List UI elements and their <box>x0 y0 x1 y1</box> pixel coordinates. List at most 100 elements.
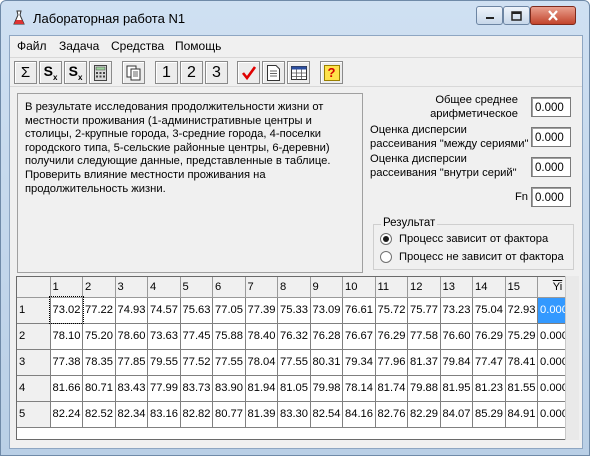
row-header[interactable]: 2 <box>17 323 51 350</box>
column-header[interactable]: 12 <box>407 277 441 298</box>
column-header[interactable]: 10 <box>342 277 376 298</box>
grid-cell[interactable]: 81.74 <box>375 375 408 402</box>
grid-cell[interactable]: 82.34 <box>115 401 148 428</box>
grid-cell[interactable]: 83.30 <box>277 401 311 428</box>
row-header[interactable]: 3 <box>17 349 51 376</box>
radio-not-depends-indicator[interactable] <box>380 251 392 263</box>
grid-cell[interactable]: 84.07 <box>440 401 473 428</box>
grid-cell[interactable]: 83.43 <box>115 375 148 402</box>
grid-cell[interactable]: 75.20 <box>82 323 116 350</box>
grid-cell[interactable]: 73.63 <box>147 323 181 350</box>
grid-cell[interactable]: 75.72 <box>375 297 408 324</box>
grid-cell[interactable]: 79.55 <box>147 349 181 376</box>
grid-cell[interactable]: 77.58 <box>407 323 441 350</box>
grid-cell[interactable]: 82.52 <box>82 401 116 428</box>
grid-cell[interactable]: 77.39 <box>245 297 278 324</box>
column-header[interactable]: 3 <box>115 277 148 298</box>
vertical-scrollbar[interactable] <box>565 276 579 440</box>
fn-field[interactable] <box>531 187 571 207</box>
grid-cell[interactable]: 80.77 <box>212 401 246 428</box>
grid-cell[interactable]: 75.88 <box>212 323 246 350</box>
grid-cell[interactable]: 76.61 <box>342 297 376 324</box>
grid-cell[interactable]: 79.98 <box>310 375 343 402</box>
grid-cell[interactable]: 73.09 <box>310 297 343 324</box>
column-header[interactable]: 11 <box>375 277 408 298</box>
grid-cell[interactable]: 76.29 <box>375 323 408 350</box>
column-header[interactable]: 14 <box>472 277 506 298</box>
task-2-button[interactable]: 2 <box>180 61 203 84</box>
grid-cell[interactable]: 79.84 <box>440 349 473 376</box>
grid-cell[interactable]: 75.63 <box>180 297 213 324</box>
grid-cell[interactable]: 81.95 <box>440 375 473 402</box>
grid-cell[interactable]: 82.29 <box>407 401 441 428</box>
column-header[interactable]: 8 <box>277 277 311 298</box>
grid-cell[interactable]: 81.39 <box>245 401 278 428</box>
grid-cell[interactable]: 77.05 <box>212 297 246 324</box>
grid-cell[interactable]: 76.32 <box>277 323 311 350</box>
grid-cell[interactable]: 73.23 <box>440 297 473 324</box>
grid-cell[interactable]: 77.22 <box>82 297 116 324</box>
column-header[interactable]: 5 <box>180 277 213 298</box>
grid-cell[interactable]: 84.16 <box>342 401 376 428</box>
grid-cell[interactable]: 76.60 <box>440 323 473 350</box>
grid-cell[interactable]: 76.29 <box>472 323 506 350</box>
menu-tools[interactable]: Средства <box>111 39 164 53</box>
grid-cell[interactable]: 77.96 <box>375 349 408 376</box>
grid-cell[interactable]: 77.99 <box>147 375 181 402</box>
grid-cell[interactable]: 74.57 <box>147 297 181 324</box>
column-header[interactable]: 9 <box>310 277 343 298</box>
row-header[interactable]: 1 <box>17 297 51 324</box>
grid-cell[interactable]: 77.52 <box>180 349 213 376</box>
grid-cell[interactable]: 80.71 <box>82 375 116 402</box>
grid-cell[interactable]: 73.02 <box>49 296 84 324</box>
check-button[interactable] <box>237 61 260 84</box>
radio-depends[interactable]: Процесс зависит от фактора <box>380 233 548 245</box>
radio-not-depends[interactable]: Процесс не зависит от фактора <box>380 251 564 263</box>
close-button[interactable] <box>530 6 576 25</box>
grid-cell[interactable]: 72.93 <box>505 297 538 324</box>
grid-cell[interactable]: 83.73 <box>180 375 213 402</box>
grid-cell[interactable]: 81.94 <box>245 375 278 402</box>
column-header[interactable]: 15 <box>505 277 538 298</box>
within-variance-field[interactable] <box>531 157 571 177</box>
column-header[interactable]: 1 <box>50 277 83 298</box>
title-bar[interactable]: Лабораторная работа N1 <box>1 1 589 35</box>
grid-cell[interactable]: 81.23 <box>472 375 506 402</box>
grid-cell[interactable]: 77.55 <box>277 349 311 376</box>
maximize-button[interactable] <box>503 6 530 25</box>
column-header[interactable]: 13 <box>440 277 473 298</box>
grid-cell[interactable]: 83.16 <box>147 401 181 428</box>
grid-cell[interactable]: 75.77 <box>407 297 441 324</box>
grid-cell[interactable]: 82.76 <box>375 401 408 428</box>
between-variance-field[interactable] <box>531 127 571 147</box>
column-header[interactable]: 6 <box>212 277 246 298</box>
grid-cell[interactable]: 78.14 <box>342 375 376 402</box>
grid-cell[interactable]: 84.91 <box>505 401 538 428</box>
menu-help[interactable]: Помощь <box>175 39 221 53</box>
column-header[interactable]: 7 <box>245 277 278 298</box>
grid-cell[interactable]: 75.04 <box>472 297 506 324</box>
grid-cell[interactable]: 83.90 <box>212 375 246 402</box>
radio-depends-indicator[interactable] <box>380 233 392 245</box>
grid-cell[interactable]: 77.85 <box>115 349 148 376</box>
row-header[interactable]: 4 <box>17 375 51 402</box>
table-button[interactable] <box>287 61 310 84</box>
grid-cell[interactable]: 76.28 <box>310 323 343 350</box>
grid-cell[interactable]: 81.55 <box>505 375 538 402</box>
document-button[interactable] <box>262 61 285 84</box>
column-header[interactable]: 2 <box>82 277 116 298</box>
sx-variance-alt-button[interactable]: Sx <box>64 61 87 84</box>
task-1-button[interactable]: 1 <box>155 61 178 84</box>
grid-cell[interactable]: 85.29 <box>472 401 506 428</box>
sum-button[interactable]: Σ <box>14 61 37 84</box>
grid-cell[interactable]: 81.66 <box>50 375 83 402</box>
grid-cell[interactable]: 78.04 <box>245 349 278 376</box>
sx-variance-button[interactable]: Sx <box>39 61 62 84</box>
menu-file[interactable]: Файл <box>17 39 47 53</box>
grid-cell[interactable]: 78.35 <box>82 349 116 376</box>
grid-cell[interactable]: 77.38 <box>50 349 83 376</box>
grid-cell[interactable]: 82.54 <box>310 401 343 428</box>
grid-cell[interactable]: 76.67 <box>342 323 376 350</box>
grid-cell[interactable]: 80.31 <box>310 349 343 376</box>
grid-cell[interactable]: 78.60 <box>115 323 148 350</box>
